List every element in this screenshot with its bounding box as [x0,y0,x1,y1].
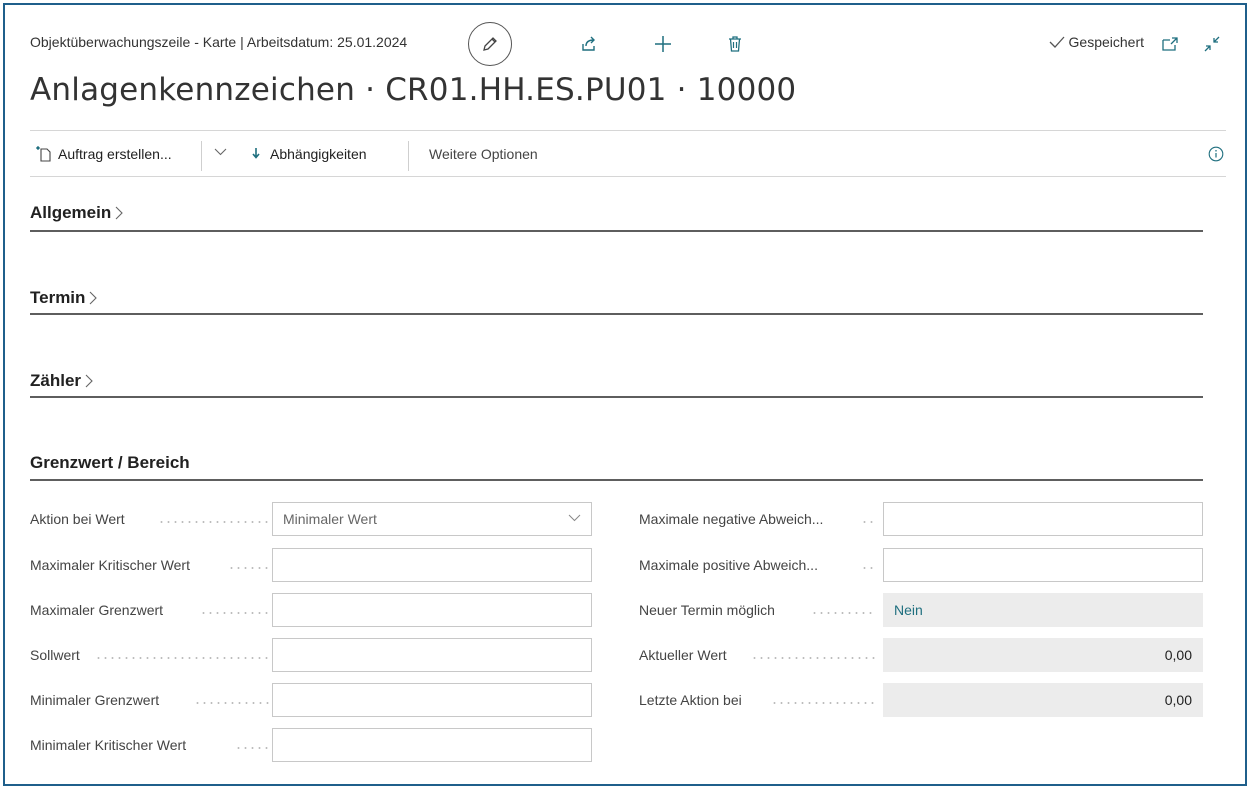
arrow-down-icon [252,148,260,159]
max-positive-deviation-input[interactable] [883,548,1203,582]
new-schedule-possible-value[interactable]: Nein [883,593,1203,627]
field-label: Maximaler Grenzwert [30,602,164,618]
section-limit-header[interactable]: Grenzwert / Bereich [30,453,190,473]
field-action-at-value: Aktion bei Wert Minimaler Wert [30,502,592,536]
trash-icon [729,36,741,52]
field-label: Maximaler Kritischer Wert [30,557,190,573]
section-general-label: Allgemein [30,203,112,222]
field-max-limit-value: Maximaler Grenzwert [30,593,592,627]
field-label: Minimaler Grenzwert [30,692,160,708]
chevron-right-icon [115,206,124,220]
label-dots [861,567,875,569]
section-schedule-label: Termin [30,288,86,307]
chevron-down-icon [214,148,227,156]
field-label: Sollwert [30,647,80,663]
field-new-schedule-possible: Neuer Termin möglich Nein [639,593,1203,627]
section-schedule-line [30,313,1203,315]
select-value: Minimaler Wert [283,511,377,527]
min-limit-value-input[interactable] [272,683,592,717]
section-counter-header[interactable]: Zähler [30,371,93,391]
save-status: Gespeichert [1049,34,1144,50]
new-button[interactable] [649,30,677,58]
section-general-line [30,230,1203,232]
open-in-new-window-icon [1162,37,1178,51]
create-order-dropdown[interactable] [214,148,227,156]
label-dots [158,521,288,523]
chevron-right-icon [85,374,93,388]
section-counter-label: Zähler [30,371,82,390]
header-divider [30,130,1226,131]
collapse-button[interactable] [1198,30,1226,58]
field-min-critical-value: Minimaler Kritischer Wert [30,728,592,762]
more-options-button[interactable]: Weitere Optionen [429,146,538,162]
section-counter-line [30,396,1203,398]
field-label: Maximale positive Abweich... [639,557,818,573]
collapse-icon [1204,36,1220,52]
share-button[interactable] [575,30,603,58]
field-last-action-at: Letzte Aktion bei 0,00 [639,683,1203,717]
top-bar: Objektüberwachungszeile - Karte | Arbeit… [30,22,1226,66]
edit-button[interactable] [468,22,512,66]
action-bar-divider [30,176,1226,177]
last-action-at-readout: 0,00 [883,683,1203,717]
field-current-value: Aktueller Wert 0,00 [639,638,1203,672]
delete-button[interactable] [721,30,749,58]
chevron-down-icon [568,514,581,522]
field-max-positive-deviation: Maximale positive Abweich... [639,548,1203,582]
field-label: Aktueller Wert [639,647,727,663]
label-dots [751,657,875,659]
page-title: Anlagenkennzeichen · CR01.HH.ES.PU01 · 1… [30,72,797,108]
action-bar: Auftrag erstellen... Abhängigkeiten Weit… [30,141,1226,171]
field-max-critical-value: Maximaler Kritischer Wert [30,548,592,582]
saved-label: Gespeichert [1068,34,1144,50]
more-options-label: Weitere Optionen [429,146,538,162]
target-value-input[interactable] [272,638,592,672]
field-label: Letzte Aktion bei [639,692,742,708]
action-at-value-select[interactable]: Minimaler Wert [272,502,592,536]
dependencies-label: Abhängigkeiten [270,146,367,162]
section-limit-label: Grenzwert / Bereich [30,453,190,472]
label-dots [95,657,288,659]
share-icon [582,36,595,51]
section-limit-line [30,479,1203,481]
info-button[interactable] [1208,146,1224,162]
max-critical-value-input[interactable] [272,548,592,582]
label-dots [771,702,875,704]
section-general-header[interactable]: Allgemein [30,203,124,223]
field-label: Minimaler Kritischer Wert [30,737,187,753]
label-dots [861,521,875,523]
info-icon [1208,146,1224,162]
plus-icon [655,36,671,52]
field-target-value: Sollwert [30,638,592,672]
max-limit-value-input[interactable] [272,593,592,627]
new-document-icon [36,146,51,162]
max-negative-deviation-input[interactable] [883,502,1203,536]
open-new-window-button[interactable] [1156,30,1184,58]
field-max-negative-deviation: Maximale negative Abweich... [639,502,1203,536]
dependencies-button[interactable]: Abhängigkeiten [252,146,367,162]
action-separator [408,141,409,171]
chevron-right-icon [90,291,98,305]
field-label: Neuer Termin möglich [639,602,775,618]
page-subtitle: Objektüberwachungszeile - Karte | Arbeit… [30,34,408,50]
section-schedule-header[interactable]: Termin [30,288,98,308]
min-critical-value-input[interactable] [272,728,592,762]
field-min-limit-value: Minimaler Grenzwert [30,683,592,717]
field-label: Aktion bei Wert [30,511,125,527]
checkmark-icon [1049,36,1064,48]
pencil-icon [483,37,497,51]
create-order-label: Auftrag erstellen... [58,146,172,162]
current-value-readout: 0,00 [883,638,1203,672]
create-order-button[interactable]: Auftrag erstellen... [36,146,172,162]
action-separator [201,141,202,171]
field-label: Maximale negative Abweich... [639,511,824,527]
label-dots [811,612,875,614]
